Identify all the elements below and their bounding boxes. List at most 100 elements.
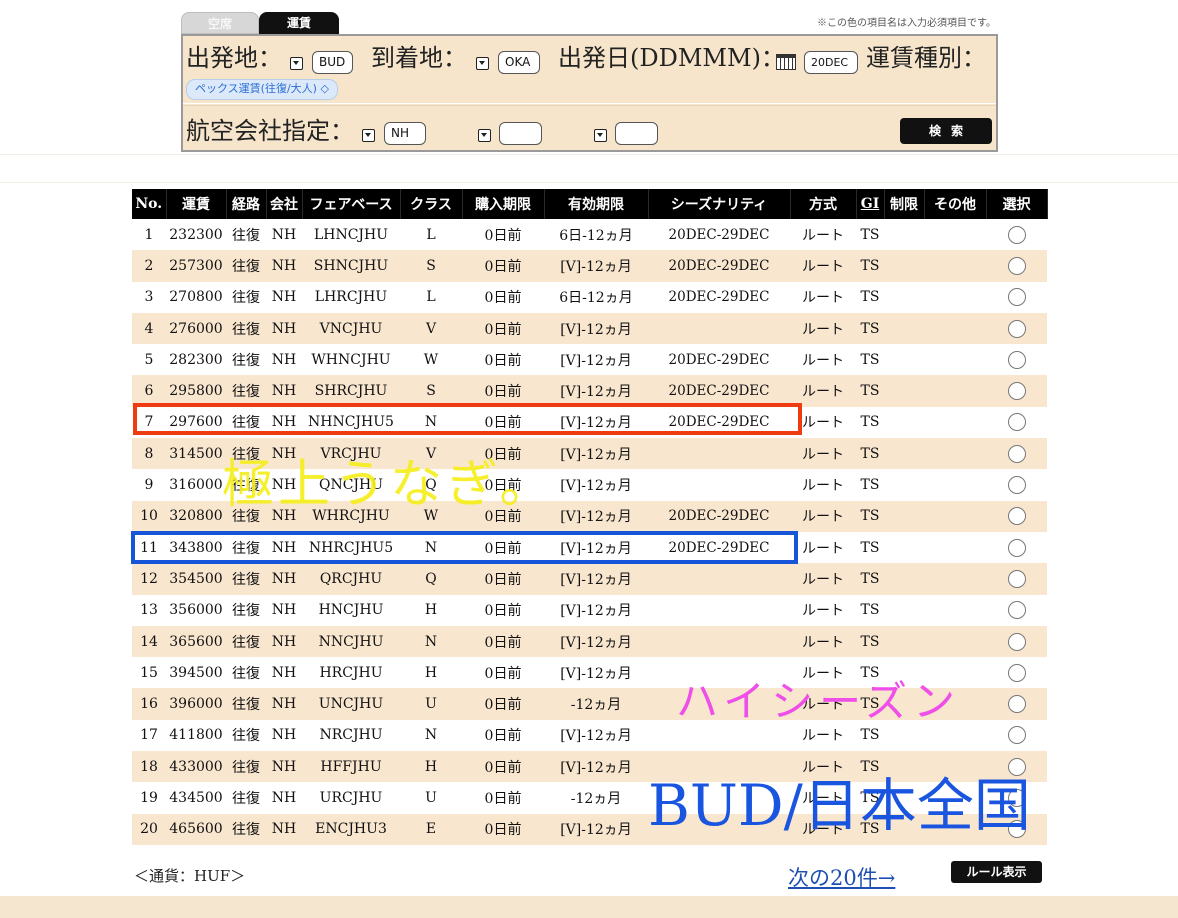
cell-other (924, 532, 986, 563)
cell-validity: -12ヵ月 (544, 688, 648, 720)
tab-fare[interactable]: 運賃 (259, 12, 339, 34)
cell-limit (884, 438, 924, 470)
cell-other (924, 344, 986, 375)
cell-purchase: 0日前 (462, 250, 544, 282)
airline-field-1[interactable]: NH (384, 122, 426, 145)
cell-carrier: NH (271, 226, 297, 243)
cell-fare-basis: HFFJHU (302, 751, 400, 783)
airline-field-2[interactable] (499, 122, 542, 145)
cell-fare: 282300 (169, 351, 223, 368)
cell-select (986, 312, 1047, 345)
select-radio[interactable] (1007, 632, 1026, 651)
cell-validity: [V]-12ヵ月 (544, 813, 648, 845)
origin-field[interactable]: BUD (312, 51, 353, 74)
next-page-link[interactable]: 次の20件→ (788, 862, 895, 892)
cell-no: 1 (144, 226, 154, 243)
cell-select (986, 344, 1047, 375)
select-radio[interactable] (1007, 538, 1026, 557)
cell-fare: 316000 (169, 477, 223, 494)
cell-fare-basis: QRCJHU (302, 563, 400, 595)
select-radio[interactable] (1007, 350, 1026, 369)
highlight-box-red (133, 403, 802, 435)
cell-validity: [V]-12ヵ月 (544, 500, 648, 532)
date-field[interactable]: 20DEC (804, 51, 858, 74)
cell-carrier: NH (266, 625, 302, 658)
select-radio[interactable] (1007, 569, 1026, 588)
column-header: GI (856, 189, 885, 219)
divider (183, 105, 996, 106)
cell-limit (884, 219, 924, 250)
calendar-icon[interactable] (776, 54, 796, 70)
cell-fare: 465600 (166, 813, 226, 845)
cell-limit (884, 595, 924, 626)
page-footer-band (0, 896, 1178, 918)
select-radio[interactable] (1007, 444, 1026, 463)
select-radio[interactable] (1007, 695, 1026, 714)
cell-limit (884, 563, 924, 595)
fare-type-select[interactable]: ペックス運賃(往復/大人) ◇ (186, 79, 338, 100)
origin-dropdown-icon[interactable] (290, 57, 303, 70)
table-row: 14 365600 往復 NH NNCJHU N 0日前 [V]-12ヵ月 ルート TS (132, 625, 1047, 658)
cell-other (924, 219, 986, 250)
cell-validity: [V]-12ヵ月 (544, 563, 648, 595)
cell-method: ルート (790, 312, 856, 345)
select-radio[interactable] (1007, 726, 1026, 745)
select-radio[interactable] (1007, 507, 1026, 526)
cell-cls: S (400, 250, 462, 282)
cell-purchase: 0日前 (484, 665, 522, 682)
cell-purchase: 0日前 (462, 563, 544, 595)
cell-no: 10 (132, 500, 166, 532)
cell-other (924, 407, 986, 438)
cell-validity: 6日-12ヵ月 (559, 227, 633, 244)
cell-limit (884, 407, 924, 438)
cell-cls: E (400, 813, 462, 845)
table-row: 4 276000 往復 NH VNCJHU V 0日前 [V]-12ヵ月 ルート TS (132, 312, 1047, 345)
column-header: その他 (924, 189, 987, 219)
airline-dropdown-icon[interactable] (362, 129, 375, 142)
select-radio[interactable] (1007, 256, 1026, 275)
tab-vacancy[interactable]: 空席 (181, 12, 259, 34)
cell-other (924, 312, 986, 345)
cell-fare: 276000 (166, 312, 226, 345)
select-radio[interactable] (1007, 288, 1026, 307)
cell-method: ルート (802, 478, 844, 495)
cell-fare-basis: HNCJHU (318, 602, 384, 619)
select-radio[interactable] (1007, 476, 1026, 495)
cell-gi: TS (860, 539, 880, 556)
cell-fare-basis: ENCJHU3 (302, 813, 400, 845)
cell-season (648, 469, 790, 500)
cell-select (986, 500, 1047, 532)
airline-dropdown-icon[interactable] (594, 129, 607, 142)
cell-no: 12 (132, 563, 166, 595)
destination-dropdown-icon[interactable] (476, 57, 489, 70)
cell-validity: [V]-12ヵ月 (560, 603, 632, 620)
cell-carrier: NH (266, 250, 302, 282)
airline-dropdown-icon[interactable] (478, 129, 491, 142)
origin-label: 出発地： (186, 44, 282, 72)
cell-purchase: 0日前 (484, 352, 522, 369)
divider (183, 103, 996, 104)
cell-gi: TS (856, 250, 884, 282)
cell-other (924, 375, 986, 407)
cell-method: ルート (790, 625, 856, 658)
select-radio[interactable] (1007, 225, 1026, 244)
cell-carrier: NH (271, 727, 297, 744)
cell-purchase: 0日前 (484, 728, 522, 745)
search-button[interactable]: 検索 (900, 118, 992, 144)
select-radio[interactable] (1007, 319, 1026, 338)
column-header: 選択 (986, 189, 1048, 219)
date-label: 出発日(DDMMM)： (558, 44, 785, 72)
select-radio[interactable] (1007, 382, 1026, 401)
airline-field-3[interactable] (615, 122, 658, 145)
show-rules-button[interactable]: ルール表示 (951, 861, 1042, 883)
select-radio[interactable] (1007, 413, 1026, 432)
cell-route: 往復 (226, 563, 266, 595)
cell-season (648, 625, 790, 658)
destination-field[interactable]: OKA (498, 51, 540, 74)
cell-no: 5 (144, 351, 154, 368)
select-radio[interactable] (1007, 601, 1026, 620)
annotation-pink: ハイシーズン (676, 677, 962, 726)
cell-no: 2 (132, 250, 166, 282)
select-radio[interactable] (1007, 663, 1026, 682)
cell-no: 4 (132, 312, 166, 345)
